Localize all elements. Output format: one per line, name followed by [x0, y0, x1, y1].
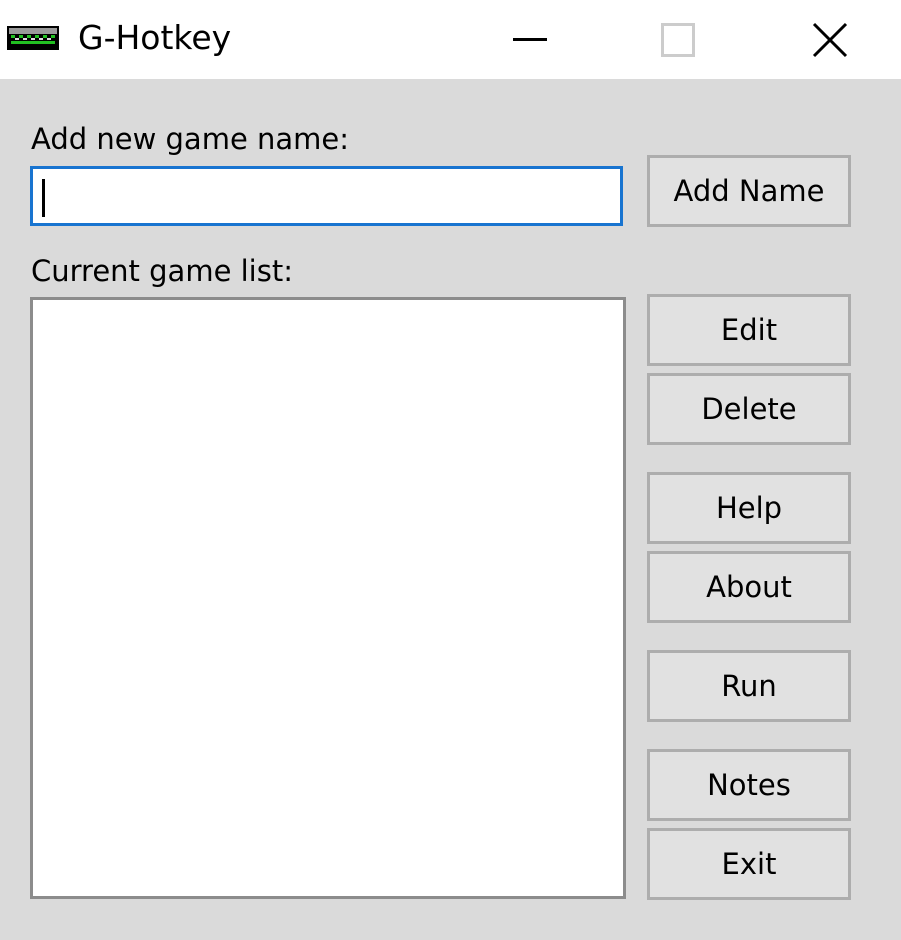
game-name-input[interactable] [30, 166, 623, 226]
minimize-icon [513, 37, 547, 41]
keyboard-icon [7, 26, 59, 50]
maximize-button [633, 0, 723, 79]
exit-button[interactable]: Exit [647, 828, 851, 900]
window-title: G-Hotkey [78, 18, 232, 57]
run-button[interactable]: Run [647, 650, 851, 722]
delete-button[interactable]: Delete [647, 373, 851, 445]
close-icon [812, 22, 848, 57]
edit-button[interactable]: Edit [647, 294, 851, 366]
game-list-label: Current game list: [31, 254, 293, 288]
title-bar[interactable]: G-Hotkey [0, 0, 901, 79]
close-button[interactable] [785, 0, 875, 79]
add-name-button[interactable]: Add Name [647, 155, 851, 227]
add-name-label: Add new game name: [31, 122, 350, 156]
maximize-icon [661, 22, 695, 57]
text-caret [42, 179, 45, 217]
game-list[interactable] [30, 297, 626, 899]
about-button[interactable]: About [647, 551, 851, 623]
help-button[interactable]: Help [647, 472, 851, 544]
minimize-button[interactable] [485, 0, 575, 79]
notes-button[interactable]: Notes [647, 749, 851, 821]
